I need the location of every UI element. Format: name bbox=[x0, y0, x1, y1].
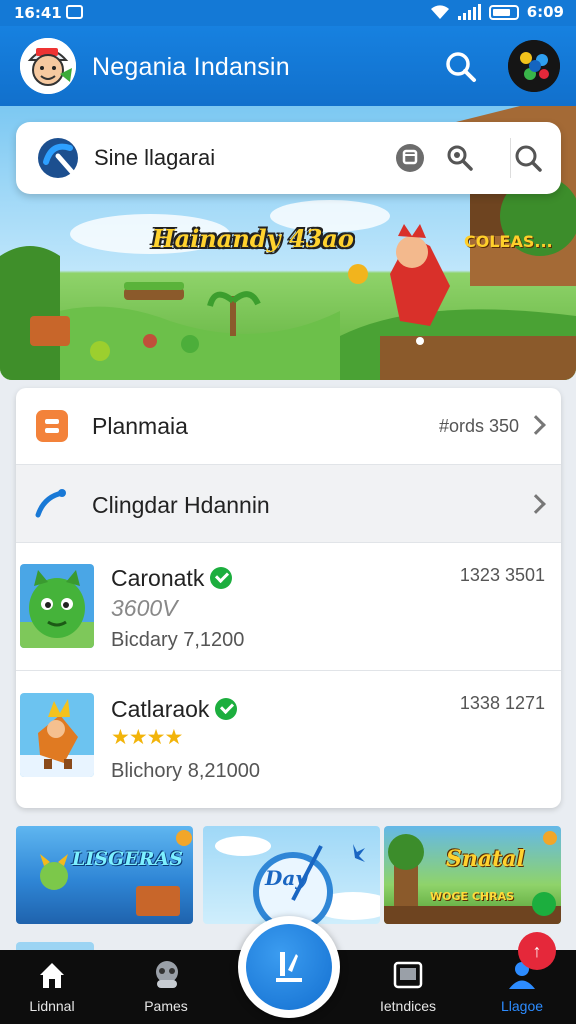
search-icon[interactable] bbox=[512, 142, 544, 174]
game-price: 3600V bbox=[111, 595, 178, 621]
menu-item-meta: #ords 350 bbox=[438, 416, 519, 436]
mic-icon[interactable] bbox=[394, 142, 426, 174]
battery-time: 6:09 bbox=[526, 3, 564, 21]
star-rating: ★★★★ bbox=[111, 726, 183, 749]
profile-avatar[interactable] bbox=[508, 40, 560, 92]
chevron-right-icon bbox=[526, 415, 546, 435]
link-icon bbox=[35, 489, 66, 518]
menu-item-planmaia[interactable]: Planmaia #ords 350 bbox=[16, 388, 561, 465]
search-zoom-icon[interactable] bbox=[444, 142, 476, 174]
wifi-icon bbox=[430, 5, 449, 19]
nav-label: Lidnnal bbox=[29, 998, 75, 1014]
app-title: Negania Indansin bbox=[92, 53, 290, 81]
brand-logo-icon bbox=[38, 138, 78, 178]
promo-art bbox=[384, 831, 561, 924]
status-time: 16:41 bbox=[14, 4, 62, 22]
nav-label: Ietndices bbox=[379, 998, 437, 1014]
game-number: 1323 3501 bbox=[459, 565, 545, 585]
app-logo[interactable] bbox=[20, 38, 76, 94]
game-subtitle: Blichory 8,21000 bbox=[111, 760, 260, 782]
nav-item-gallery[interactable]: Ietndices bbox=[358, 950, 458, 1024]
game-list-item[interactable]: Caronatk 3600V Bicdary 7,1200 1323 3501 bbox=[16, 543, 561, 671]
game-title: Caronatk bbox=[111, 565, 233, 592]
search-icon[interactable] bbox=[440, 46, 482, 88]
hero-banner[interactable]: Hainandy 43ao COLEAS... Sine llagarai bbox=[0, 106, 576, 380]
search-card[interactable]: Sine llagarai bbox=[16, 122, 561, 194]
search-divider bbox=[510, 138, 511, 178]
notification-badge[interactable]: ↑ bbox=[518, 932, 556, 970]
promo-subtitle: WOGE CHRAS bbox=[430, 890, 515, 903]
promo-title: Day bbox=[265, 866, 307, 890]
promo-title: Snatal bbox=[446, 846, 525, 872]
hero-sign: COLEAS... bbox=[464, 232, 553, 251]
promo-tile[interactable]: Snatal WOGE CHRAS bbox=[384, 826, 561, 924]
menu-item-label: Planmaia bbox=[92, 413, 188, 439]
battery-icon bbox=[488, 4, 519, 20]
search-text[interactable]: Sine llagarai bbox=[94, 145, 215, 171]
promo-title: LISGERAS bbox=[72, 848, 183, 870]
nav-item-games[interactable]: Pames bbox=[116, 950, 216, 1024]
menu-item-clingdar[interactable]: Clingdar Hdannin bbox=[16, 465, 561, 543]
status-bar: 16:41 6:09 bbox=[0, 0, 576, 26]
games-icon bbox=[156, 961, 178, 988]
content-card: Planmaia #ords 350 Clingdar Hdannin Caro… bbox=[16, 388, 561, 808]
game-thumbnail bbox=[20, 564, 94, 648]
menu-item-label: Clingdar Hdannin bbox=[92, 492, 270, 518]
game-number: 1338 1271 bbox=[459, 693, 545, 713]
center-action-icon bbox=[246, 924, 332, 1010]
gallery-icon bbox=[393, 961, 423, 989]
verified-icon bbox=[215, 697, 238, 720]
nav-label: Llagoe bbox=[500, 998, 544, 1014]
blogger-icon bbox=[36, 410, 68, 442]
game-title: Catlaraok bbox=[111, 696, 238, 723]
game-subtitle: Bicdary 7,1200 bbox=[111, 629, 245, 651]
center-action-button[interactable] bbox=[238, 916, 340, 1018]
message-icon bbox=[66, 5, 83, 19]
game-thumbnail bbox=[20, 693, 94, 777]
nav-item-home[interactable]: Lidnnal bbox=[2, 950, 102, 1024]
app-bar: Negania Indansin bbox=[0, 26, 576, 106]
status-right: 6:09 bbox=[430, 3, 564, 21]
chevron-right-icon bbox=[526, 494, 546, 514]
home-icon bbox=[40, 963, 64, 988]
promo-art bbox=[40, 830, 192, 916]
signal-icon bbox=[457, 4, 481, 20]
hero-title: Hainandy 43ao bbox=[152, 224, 354, 253]
mascot-icon bbox=[20, 38, 76, 94]
promo-tile[interactable]: LISGERAS bbox=[16, 826, 193, 924]
verified-icon bbox=[210, 566, 233, 589]
game-list-item[interactable]: Catlaraok ★★★★ Blichory 8,21000 1338 127… bbox=[16, 671, 561, 808]
nav-label: Pames bbox=[144, 998, 188, 1014]
promo-tile[interactable]: Day bbox=[203, 826, 380, 924]
